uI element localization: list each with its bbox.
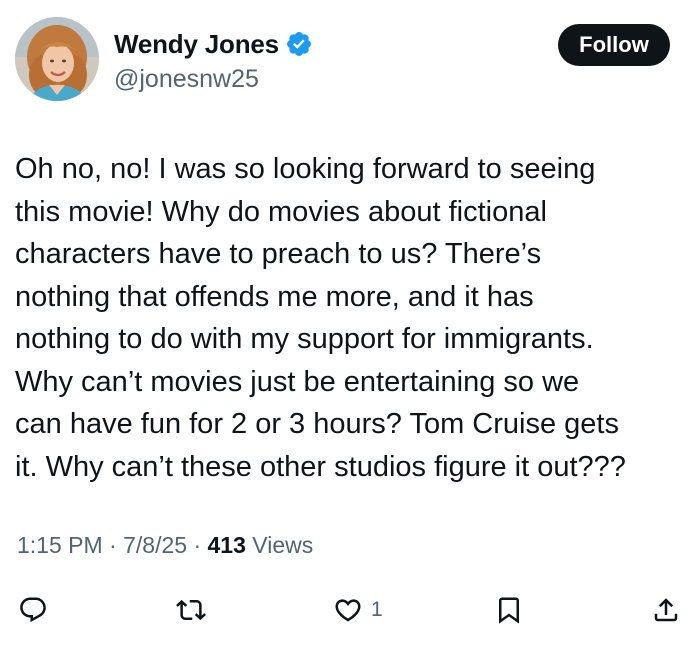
retweet-icon: [176, 595, 206, 625]
retweet-button[interactable]: [176, 590, 206, 630]
meta-separator: ·: [102, 532, 124, 558]
share-button[interactable]: [651, 590, 681, 630]
action-bar: 1: [0, 590, 700, 630]
share-icon: [651, 595, 681, 625]
avatar[interactable]: [15, 17, 99, 101]
verified-badge-icon: [285, 30, 313, 58]
meta-separator: ·: [187, 532, 208, 558]
reply-icon: [18, 595, 48, 625]
author-display-name[interactable]: Wendy Jones: [114, 29, 279, 60]
author-name-row: Wendy Jones: [114, 27, 313, 61]
divider: [15, 584, 685, 585]
views-count: 413: [207, 532, 246, 558]
like-button[interactable]: 1: [333, 590, 383, 630]
tweet-meta: 1:15 PM · 7/8/25 · 413 Views: [17, 532, 313, 559]
tweet-text: Oh no, no! I was so looking forward to s…: [15, 153, 626, 483]
tweet-header: Wendy Jones @jonesnw25 Follow: [15, 17, 670, 107]
reply-button[interactable]: [18, 590, 48, 630]
bookmark-icon: [494, 595, 524, 625]
follow-button[interactable]: Follow: [558, 24, 670, 66]
like-count: 1: [371, 598, 383, 621]
tweet-time[interactable]: 1:15 PM: [17, 532, 103, 558]
bookmark-button[interactable]: [494, 590, 524, 630]
tweet-date[interactable]: 7/8/25: [123, 532, 187, 558]
author-handle[interactable]: @jonesnw25: [114, 65, 313, 94]
avatar-image: [15, 17, 99, 101]
author-info: Wendy Jones @jonesnw25: [114, 27, 313, 94]
heart-icon: [333, 595, 363, 625]
views-label: Views: [245, 532, 314, 558]
